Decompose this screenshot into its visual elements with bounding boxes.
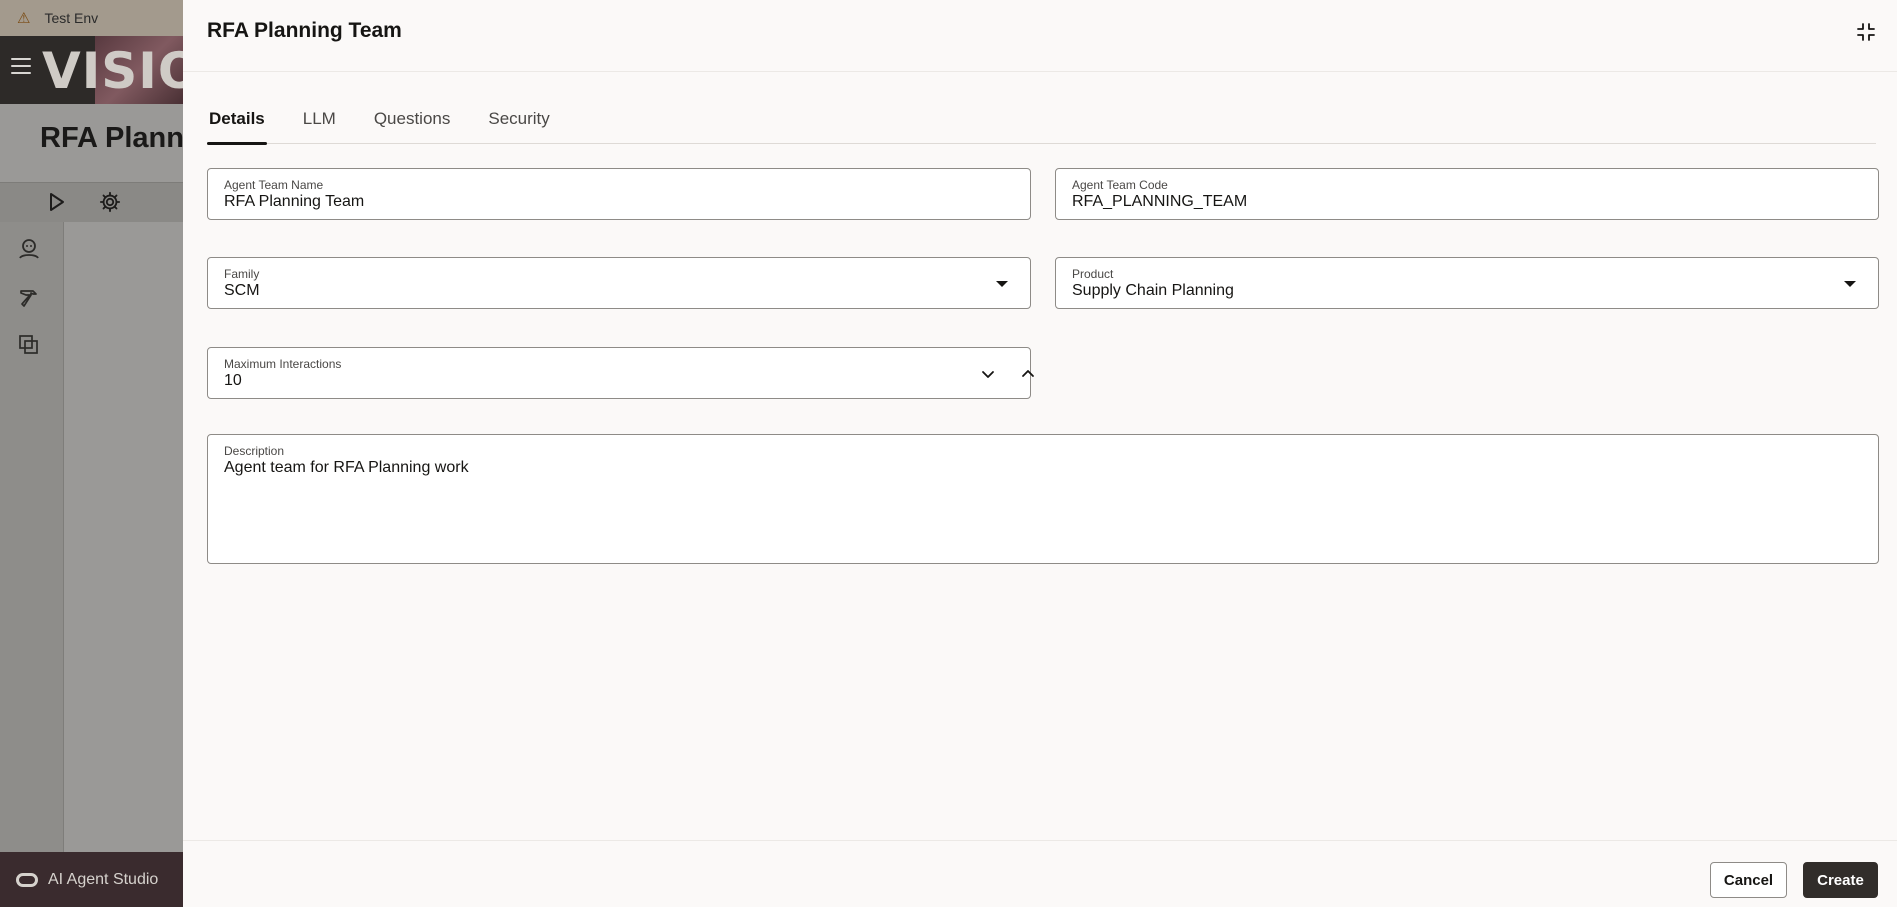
drawer-header: RFA Planning Team (183, 0, 1897, 72)
product-select[interactable]: Product Supply Chain Planning (1055, 257, 1879, 309)
description-label: Description (224, 444, 285, 458)
drawer-footer: Cancel Create (183, 840, 1897, 907)
description-textarea[interactable]: Description Agent team for RFA Planning … (207, 434, 1879, 564)
warning-icon: ⚠ (17, 10, 31, 27)
family-select[interactable]: Family SCM (207, 257, 1031, 309)
agent-team-name-value[interactable]: RFA Planning Team (224, 193, 364, 211)
product-dropdown-arrow-icon[interactable] (1844, 281, 1856, 287)
agent-team-code-label: Agent Team Code (1072, 178, 1168, 192)
hammer-icon[interactable] (17, 285, 41, 309)
collapse-icon[interactable] (1853, 19, 1879, 45)
brand-header: VISION (0, 36, 183, 104)
gear-icon[interactable] (99, 191, 121, 219)
product-value[interactable]: Supply Chain Planning (1072, 282, 1234, 300)
environment-banner: ⚠ Test Env (0, 0, 183, 36)
product-label: Product (1072, 267, 1114, 281)
ai-agent-studio-footer: AI Agent Studio (0, 852, 183, 907)
environment-label: Test Env (44, 10, 99, 26)
agent-team-drawer: RFA Planning Team Details LLM Questions … (183, 0, 1897, 907)
agent-icon[interactable] (17, 237, 41, 261)
maximum-interactions-label: Maximum Interactions (224, 357, 342, 371)
family-label: Family (224, 267, 260, 281)
tab-questions[interactable]: Questions (372, 100, 453, 144)
agent-team-code-value[interactable]: RFA_PLANNING_TEAM (1072, 193, 1247, 211)
decrement-chevron-down-icon[interactable] (976, 362, 1000, 386)
maximum-interactions-stepper[interactable]: Maximum Interactions 10 (207, 347, 1034, 399)
drawer-tabs: Details LLM Questions Security (207, 100, 1876, 145)
agent-team-name-field[interactable]: Agent Team Name RFA Planning Team (207, 168, 1031, 220)
increment-chevron-up-icon[interactable] (1016, 362, 1040, 386)
tab-llm[interactable]: LLM (301, 100, 338, 144)
agent-team-name-label: Agent Team Name (224, 178, 324, 192)
tab-details[interactable]: Details (207, 100, 267, 145)
hamburger-menu-icon[interactable] (11, 58, 31, 74)
family-dropdown-arrow-icon[interactable] (996, 281, 1008, 287)
agent-team-code-field[interactable]: Agent Team Code RFA_PLANNING_TEAM (1055, 168, 1879, 220)
family-value[interactable]: SCM (224, 282, 260, 300)
copy-icon[interactable] (17, 333, 41, 357)
brand-logo-text: VISION (42, 42, 183, 100)
maximum-interactions-value[interactable]: 10 (224, 372, 242, 390)
background-toolbar (0, 182, 183, 222)
play-icon[interactable] (48, 192, 66, 218)
create-button[interactable]: Create (1803, 862, 1878, 898)
tab-security[interactable]: Security (486, 100, 551, 144)
cancel-button[interactable]: Cancel (1710, 862, 1787, 898)
description-value[interactable]: Agent team for RFA Planning work (224, 459, 469, 477)
background-page-title: RFA Planni (40, 122, 192, 154)
drawer-title: RFA Planning Team (207, 19, 402, 42)
ai-agent-studio-label: AI Agent Studio (48, 870, 159, 888)
left-navigation-rail (0, 222, 64, 852)
oracle-logo-icon (16, 872, 38, 887)
background-app: ⚠ Test Env VISION RFA Planni AI Agent St… (0, 0, 192, 907)
